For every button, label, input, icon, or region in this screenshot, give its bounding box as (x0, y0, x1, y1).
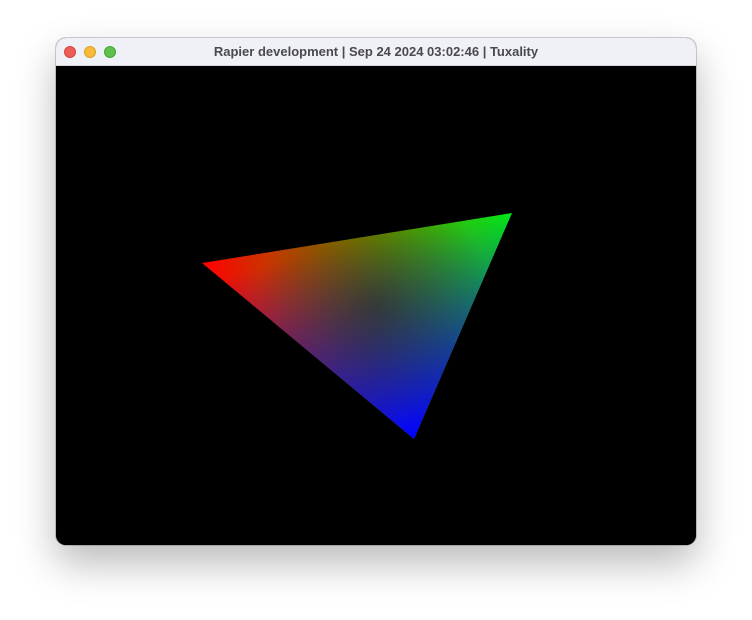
app-window: Rapier development | Sep 24 2024 03:02:4… (56, 38, 696, 545)
close-window-button[interactable] (64, 46, 76, 58)
window-title: Rapier development | Sep 24 2024 03:02:4… (213, 44, 539, 59)
rgb-triangle (202, 213, 512, 439)
minimize-window-button[interactable] (84, 46, 96, 58)
render-viewport[interactable] (56, 66, 696, 545)
zoom-window-button[interactable] (104, 46, 116, 58)
render-canvas (202, 213, 512, 439)
title-bar[interactable]: Rapier development | Sep 24 2024 03:02:4… (56, 38, 696, 66)
